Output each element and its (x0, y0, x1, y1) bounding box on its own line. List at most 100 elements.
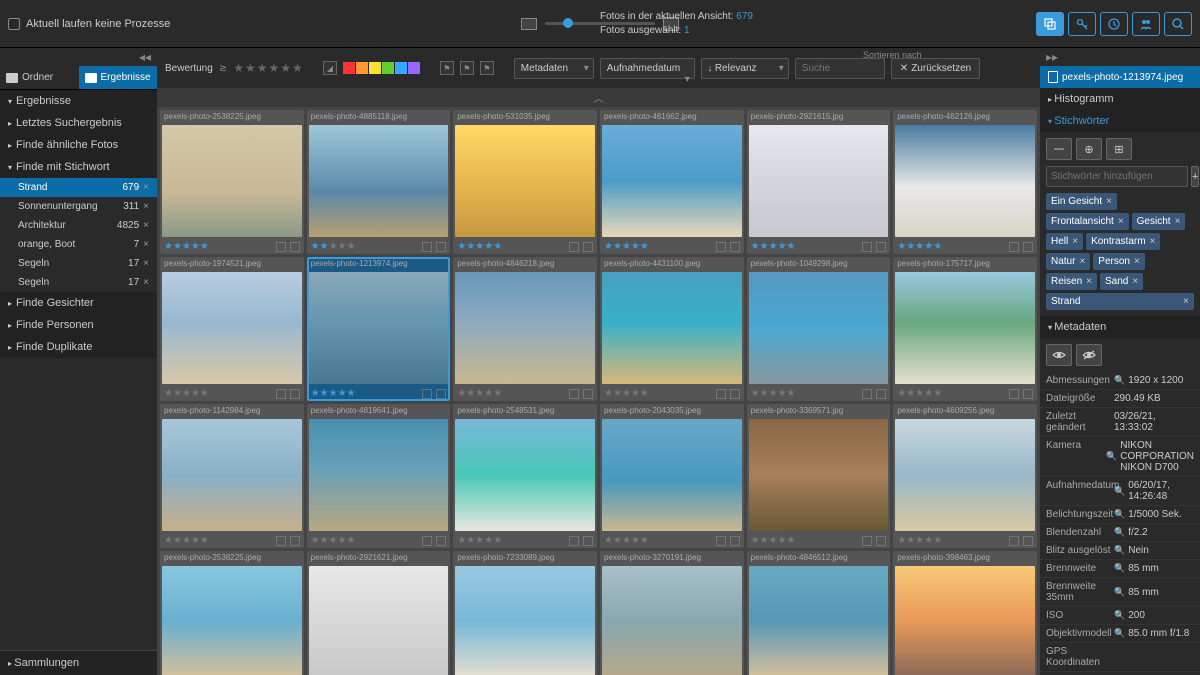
remove-tag-icon[interactable]: × (1183, 296, 1189, 307)
section-Finde-mit-Stichwort[interactable]: Finde mit Stichwort (0, 156, 157, 178)
remove-icon[interactable]: × (143, 258, 149, 269)
search-icon[interactable]: 🔍 (1114, 527, 1125, 538)
thumbnail-rating[interactable]: ★★★★★ (457, 241, 502, 252)
thumbnail[interactable]: pexels-photo-4846218.jpeg★★★★★ (453, 257, 597, 401)
thumbnail-rating[interactable]: ★★★★★ (604, 241, 649, 252)
tab-results[interactable]: Ergebnisse (79, 66, 158, 89)
thumbnail[interactable]: pexels-photo-1142984.jpeg★★★★★ (160, 404, 304, 548)
thumbnail[interactable]: pexels-photo-2548531.jpeg★★★★★ (453, 404, 597, 548)
thumbnail[interactable]: pexels-photo-531035.jpeg★★★★★ (453, 110, 597, 254)
thumbnail[interactable]: pexels-photo-461662.jpeg★★★★★ (600, 110, 744, 254)
edit-icon[interactable] (569, 389, 579, 399)
search-icon[interactable]: 🔍 (1114, 509, 1125, 520)
flag-icon[interactable] (290, 242, 300, 252)
keyword-item[interactable]: Sonnenuntergang311× (0, 197, 157, 216)
thumbnail-rating[interactable]: ★★★★★ (751, 535, 796, 546)
duplicate-button[interactable] (1036, 12, 1064, 36)
tab-folders[interactable]: Ordner (0, 66, 79, 89)
keyword-tag[interactable]: Hell× (1046, 233, 1083, 250)
search-button[interactable] (1164, 12, 1192, 36)
edit-icon[interactable] (862, 389, 872, 399)
edit-icon[interactable] (1009, 242, 1019, 252)
edit-icon[interactable] (716, 536, 726, 546)
thumbnail-rating[interactable]: ★★★★★ (751, 241, 796, 252)
section-Finde-Gesichter[interactable]: Finde Gesichter (0, 292, 157, 314)
edit-icon[interactable] (422, 536, 432, 546)
histogram-header[interactable]: Histogramm (1040, 88, 1200, 110)
remove-tag-icon[interactable]: × (1079, 256, 1085, 267)
key-button[interactable] (1068, 12, 1096, 36)
edit-icon[interactable] (716, 242, 726, 252)
remove-icon[interactable]: × (143, 201, 149, 212)
remove-tag-icon[interactable]: × (1150, 236, 1156, 247)
edit-icon[interactable] (276, 389, 286, 399)
flag-icon[interactable] (583, 389, 593, 399)
remove-tag-icon[interactable]: × (1175, 216, 1181, 227)
flag-icon[interactable] (876, 536, 886, 546)
thumbnail[interactable]: pexels-photo-2921621.jpeg★★★★★ (307, 551, 451, 675)
remove-tag-icon[interactable]: × (1118, 216, 1124, 227)
reset-button[interactable]: ✕Zurücksetzen (891, 58, 980, 79)
keyword-item[interactable]: Segeln17× (0, 273, 157, 292)
flag-icon[interactable] (876, 242, 886, 252)
flag-icon[interactable] (730, 242, 740, 252)
thumbnail-rating[interactable]: ★★★★★ (897, 388, 942, 399)
thumbnail[interactable]: pexels-photo-2538225.jpeg★★★★★ (160, 110, 304, 254)
flag-icon[interactable] (1023, 536, 1033, 546)
thumbnail-rating[interactable]: ★★★★★ (164, 535, 209, 546)
edit-icon[interactable] (276, 242, 286, 252)
remove-icon[interactable]: × (143, 220, 149, 231)
keyword-tag[interactable]: Natur× (1046, 253, 1090, 270)
collapse-filterbar[interactable]: ︿ (157, 88, 1040, 107)
thumbnail[interactable]: pexels-photo-4819641.jpeg★★★★★ (307, 404, 451, 548)
search-icon[interactable]: 🔍 (1114, 486, 1125, 497)
keyword-tag[interactable]: Sand× (1100, 273, 1143, 290)
search-icon[interactable]: 🔍 (1114, 375, 1125, 386)
color-swatch[interactable] (343, 62, 355, 74)
flag-icon[interactable] (290, 389, 300, 399)
search-icon[interactable]: 🔍 (1114, 545, 1125, 556)
flag-icon[interactable] (583, 536, 593, 546)
color-swatch[interactable] (356, 62, 368, 74)
thumbnail[interactable]: pexels-photo-462126.jpeg★★★★★ (893, 110, 1037, 254)
color-swatch[interactable] (395, 62, 407, 74)
thumbnail[interactable]: pexels-photo-2043035.jpeg★★★★★ (600, 404, 744, 548)
kw-add2-icon[interactable]: ⊞ (1106, 138, 1132, 160)
rating-filter[interactable]: ★★★★★★ (233, 61, 303, 75)
keyword-item[interactable]: Segeln17× (0, 254, 157, 273)
people-button[interactable] (1132, 12, 1160, 36)
flag-icon[interactable] (436, 389, 446, 399)
thumb-size-small-icon[interactable] (521, 18, 537, 30)
flag-icon[interactable] (290, 536, 300, 546)
date-dropdown[interactable]: Aufnahmedatum (600, 58, 695, 79)
section-Finde-ähnliche-Fotos[interactable]: Finde ähnliche Fotos (0, 134, 157, 156)
thumbnail[interactable]: pexels-photo-2538225.jpeg★★★★★ (160, 551, 304, 675)
rightbar-expand[interactable]: ▸▸ (1040, 48, 1200, 66)
eye-icon[interactable] (1046, 344, 1072, 366)
keywords-header[interactable]: Stichwörter (1040, 110, 1200, 132)
thumbnail[interactable]: pexels-photo-2921615.jpg★★★★★ (747, 110, 891, 254)
flag-icon[interactable] (730, 389, 740, 399)
thumbnail[interactable]: pexels-photo-4885118.jpeg★★★★★ (307, 110, 451, 254)
edit-icon[interactable] (422, 389, 432, 399)
color-swatch[interactable] (369, 62, 381, 74)
thumbnail-rating[interactable]: ★★★★★ (311, 535, 356, 546)
keyword-input[interactable] (1046, 166, 1188, 187)
color-swatch[interactable] (382, 62, 394, 74)
remove-tag-icon[interactable]: × (1086, 276, 1092, 287)
keyword-add-button[interactable]: + (1191, 166, 1199, 187)
search-icon[interactable]: 🔍 (1114, 610, 1125, 621)
thumbnail-rating[interactable]: ★★★★★ (897, 535, 942, 546)
edit-icon[interactable] (569, 536, 579, 546)
edit-icon[interactable] (276, 536, 286, 546)
thumbnail-rating[interactable]: ★★★★★ (311, 388, 356, 399)
keyword-tag[interactable]: Person× (1093, 253, 1145, 270)
keyword-tag[interactable]: Gesicht× (1132, 213, 1186, 230)
flag-icon[interactable] (436, 242, 446, 252)
edit-icon[interactable] (716, 389, 726, 399)
clock-button[interactable] (1100, 12, 1128, 36)
color-swatch[interactable] (408, 62, 420, 74)
search-icon[interactable]: 🔍 (1114, 563, 1125, 574)
thumbnail-rating[interactable]: ★★★★★ (457, 535, 502, 546)
collections-header[interactable]: Sammlungen (0, 650, 157, 675)
